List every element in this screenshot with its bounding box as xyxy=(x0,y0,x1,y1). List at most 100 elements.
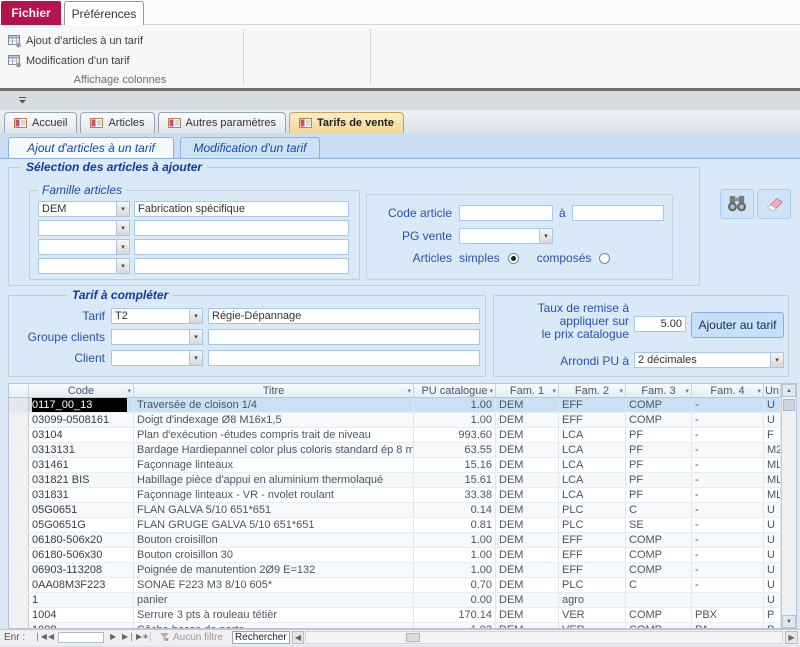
arrondi-input[interactable] xyxy=(634,352,770,368)
sort-dropdown-icon[interactable]: ▾ xyxy=(489,387,493,395)
table-cell[interactable]: DEM xyxy=(496,563,559,577)
horizontal-scrollbar-thumb[interactable] xyxy=(406,633,420,642)
table-cell[interactable]: C xyxy=(626,503,692,517)
sort-dropdown-icon[interactable]: ▾ xyxy=(685,387,689,395)
table-cell[interactable]: DEM xyxy=(496,428,559,442)
table-cell[interactable]: DEM xyxy=(496,443,559,457)
table-row[interactable]: 0117_00_13Traversée de cloison 1/41.00DE… xyxy=(9,398,781,413)
table-cell[interactable]: U xyxy=(764,503,781,517)
table-row[interactable]: 06180-506x20Bouton croisillon1.00DEMEFFC… xyxy=(9,533,781,548)
table-cell[interactable]: SONAE F223 M3 8/10 605* xyxy=(134,578,414,592)
table-cell[interactable]: - xyxy=(692,533,764,547)
sort-dropdown-icon[interactable]: ▾ xyxy=(757,387,761,395)
new-record-icon[interactable]: ▶∗ xyxy=(136,632,149,641)
table-cell[interactable]: ML xyxy=(764,458,781,472)
table-cell[interactable]: 1.00 xyxy=(414,398,496,412)
table-cell[interactable]: 15.61 xyxy=(414,473,496,487)
row-selector[interactable] xyxy=(9,428,29,442)
table-cell[interactable]: 63.55 xyxy=(414,443,496,457)
table-cell[interactable]: - xyxy=(692,428,764,442)
chevron-down-icon[interactable]: ▾ xyxy=(116,201,130,217)
table-cell[interactable]: 1008 xyxy=(29,623,134,628)
famille-combo-4[interactable]: ▾ xyxy=(38,258,130,274)
tab-accueil[interactable]: Accueil xyxy=(4,112,77,133)
table-cell[interactable]: PLC xyxy=(559,503,626,517)
groupe-clients-libelle[interactable] xyxy=(208,329,480,345)
table-cell[interactable]: VER xyxy=(559,623,626,628)
table-cell[interactable]: 0.81 xyxy=(414,518,496,532)
chevron-down-icon[interactable]: ▾ xyxy=(116,220,130,236)
code-article-from-input[interactable] xyxy=(459,205,553,221)
row-selector[interactable] xyxy=(9,608,29,622)
table-cell[interactable]: U xyxy=(764,563,781,577)
table-cell[interactable]: Traversée de cloison 1/4 xyxy=(134,398,414,412)
table-row[interactable]: 05G0651FLAN GALVA 5/10 651*6510.14DEMPLC… xyxy=(9,503,781,518)
table-cell[interactable]: EFF xyxy=(559,548,626,562)
table-row[interactable]: 06903-113208Poignée de manutention 2Ø9 E… xyxy=(9,563,781,578)
row-selector[interactable] xyxy=(9,488,29,502)
table-cell[interactable]: 05G0651G xyxy=(29,518,134,532)
chevron-down-icon[interactable]: ▾ xyxy=(189,308,203,324)
groupe-clients-combo[interactable]: ▾ xyxy=(111,329,203,345)
column-header-titre[interactable]: Titre▾ xyxy=(134,384,414,397)
table-row[interactable]: 06180-506x30Bouton croisillon 301.00DEME… xyxy=(9,548,781,563)
first-record-icon[interactable]: ❘◀ xyxy=(34,632,47,641)
table-cell[interactable]: Câche basse de porte xyxy=(134,623,414,628)
search-input[interactable]: Rechercher xyxy=(232,631,290,644)
table-cell[interactable]: Façonnage linteaux xyxy=(134,458,414,472)
table-cell[interactable]: COMP xyxy=(626,533,692,547)
column-header-code[interactable]: Code▾ xyxy=(29,384,134,397)
table-cell[interactable]: DEM xyxy=(496,503,559,517)
sort-dropdown-icon[interactable]: ▾ xyxy=(619,387,623,395)
table-cell[interactable]: P xyxy=(764,623,781,628)
sort-dropdown-icon[interactable]: ▾ xyxy=(127,387,131,395)
row-selector[interactable] xyxy=(9,503,29,517)
table-cell[interactable]: DEM xyxy=(496,533,559,547)
table-cell[interactable]: 031821 BIS xyxy=(29,473,134,487)
table-cell[interactable]: DEM xyxy=(496,413,559,427)
table-row[interactable]: 1panier0.00DEMagroU xyxy=(9,593,781,608)
table-cell[interactable]: 031831 xyxy=(29,488,134,502)
chevron-down-icon[interactable]: ▾ xyxy=(116,239,130,255)
table-cell[interactable]: FLAN GRUGE GALVA 5/10 651*651 xyxy=(134,518,414,532)
subtab-ajout-articles[interactable]: Ajout d'articles à un tarif xyxy=(8,137,174,158)
table-cell[interactable]: 05G0651 xyxy=(29,503,134,517)
table-cell[interactable]: DEM xyxy=(496,593,559,607)
scroll-up-icon[interactable]: ▲ xyxy=(782,384,796,397)
row-selector[interactable] xyxy=(9,518,29,532)
famille-code-input-3[interactable] xyxy=(38,239,116,255)
table-cell[interactable]: LCA xyxy=(559,428,626,442)
table-cell[interactable]: 0AA08M3F223 xyxy=(29,578,134,592)
table-cell[interactable]: FLAN GALVA 5/10 651*651 xyxy=(134,503,414,517)
row-selector[interactable] xyxy=(9,473,29,487)
table-cell[interactable]: COMP xyxy=(626,398,692,412)
pg-vente-combo[interactable]: ▾ xyxy=(459,228,553,244)
table-cell[interactable]: PBX xyxy=(692,608,764,622)
table-cell[interactable]: LCA xyxy=(559,488,626,502)
table-cell[interactable]: ML xyxy=(764,473,781,487)
tab-tarifs-de-vente[interactable]: Tarifs de vente xyxy=(289,112,404,133)
scroll-down-icon[interactable]: ▼ xyxy=(782,615,796,628)
client-libelle[interactable] xyxy=(208,350,480,366)
table-cell[interactable]: VER xyxy=(559,608,626,622)
table-cell[interactable]: EFF xyxy=(559,533,626,547)
table-cell[interactable]: 0.70 xyxy=(414,578,496,592)
table-cell[interactable]: 1.00 xyxy=(414,413,496,427)
groupe-clients-input[interactable] xyxy=(111,329,189,345)
table-row[interactable]: 03104Plan d'exécution -études compris tr… xyxy=(9,428,781,443)
table-cell[interactable]: - xyxy=(692,503,764,517)
table-cell[interactable]: 0313131 xyxy=(29,443,134,457)
famille-libelle-4[interactable] xyxy=(134,258,349,274)
radio-simples[interactable] xyxy=(508,253,519,264)
table-cell[interactable]: - xyxy=(692,443,764,457)
famille-libelle-1[interactable] xyxy=(134,201,349,217)
row-selector[interactable] xyxy=(9,593,29,607)
table-row[interactable]: 031831Façonnage linteaux - VR - nvolet r… xyxy=(9,488,781,503)
table-row[interactable]: 0313131Bardage Hardiepannel color plus c… xyxy=(9,443,781,458)
table-cell[interactable]: 170.14 xyxy=(414,608,496,622)
table-cell[interactable]: U xyxy=(764,593,781,607)
table-cell[interactable]: 993.60 xyxy=(414,428,496,442)
sort-dropdown-icon[interactable]: ▾ xyxy=(407,387,411,395)
chevron-down-icon[interactable]: ▾ xyxy=(189,329,203,345)
sort-dropdown-icon[interactable]: ▾ xyxy=(552,387,556,395)
